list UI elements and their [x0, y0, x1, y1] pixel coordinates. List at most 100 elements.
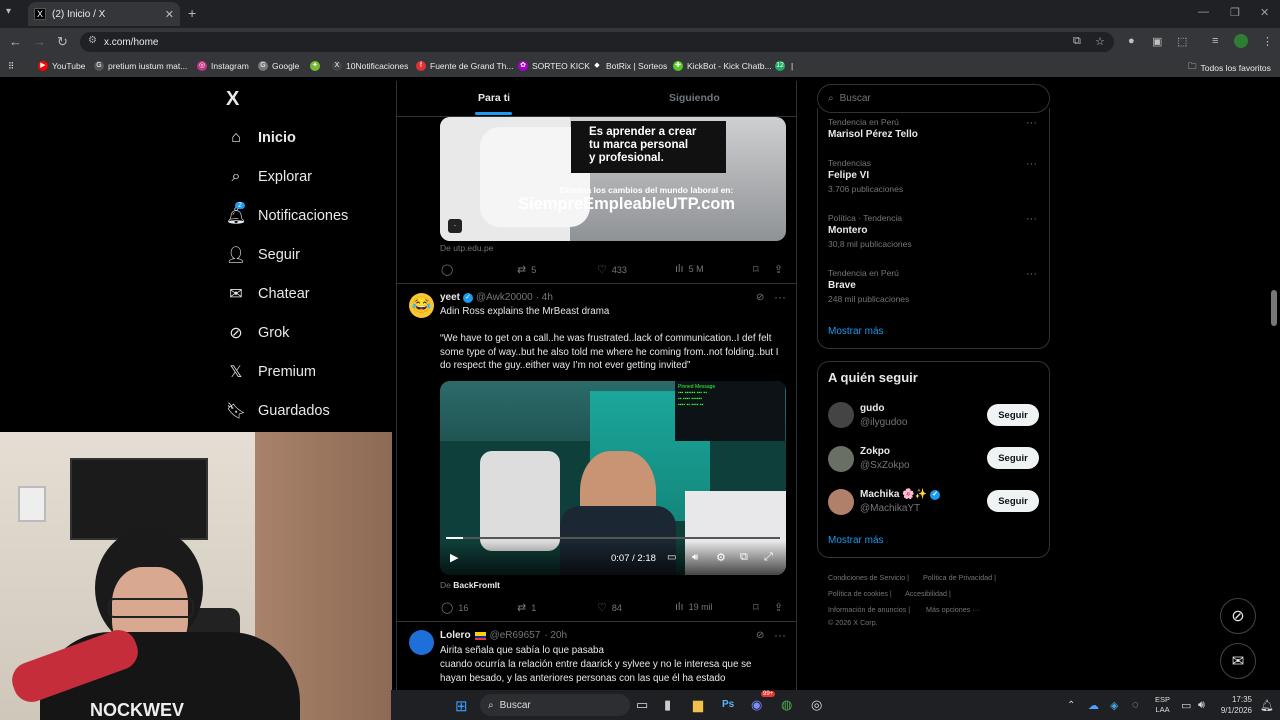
- repost-button[interactable]: ⇄ 5: [517, 263, 536, 276]
- tab-siguiendo[interactable]: Siguiendo: [669, 92, 720, 104]
- follow-name[interactable]: Zokpo: [860, 446, 890, 457]
- follow-name-row[interactable]: Machika 🌸✨ ✓: [860, 489, 941, 500]
- grok-icon[interactable]: ⊘: [756, 292, 764, 303]
- bookmark-button[interactable]: ⌑: [753, 601, 764, 614]
- tweet1-name[interactable]: yeet: [440, 292, 460, 303]
- site-info-icon[interactable]: ⚙: [88, 35, 97, 46]
- grok-float-icon[interactable]: ⊘: [1220, 598, 1256, 634]
- more-icon[interactable]: ···: [774, 290, 786, 304]
- avatar[interactable]: [409, 630, 434, 655]
- profile-avatar[interactable]: [1234, 34, 1248, 48]
- restore-icon[interactable]: ❐: [1230, 6, 1240, 19]
- language-indicator[interactable]: ESP LAA: [1155, 695, 1170, 715]
- show-more-trends[interactable]: Mostrar más: [828, 326, 884, 337]
- tray-icon[interactable]: ◌: [1132, 699, 1139, 711]
- monitor-icon[interactable]: ▭: [1181, 699, 1191, 712]
- footer-privacy[interactable]: Política de Privacidad |: [923, 573, 996, 582]
- share-button[interactable]: ⇪: [774, 263, 788, 276]
- reload-icon[interactable]: ↻: [57, 34, 68, 50]
- nav-home[interactable]: ⌂ Inicio: [226, 128, 296, 148]
- scrollbar-thumb[interactable]: [1271, 290, 1277, 326]
- avatar[interactable]: [828, 489, 854, 515]
- more-icon[interactable]: ···: [1026, 268, 1037, 280]
- settings-icon[interactable]: ⚙: [716, 551, 726, 564]
- extensions-icon[interactable]: ⬚: [1177, 35, 1187, 48]
- pip-icon[interactable]: ⧉: [740, 551, 748, 564]
- nav-follow[interactable]: 👤︎ Seguir: [226, 245, 300, 265]
- nav-bookmarks[interactable]: 🔖︎ Guardados: [226, 401, 330, 421]
- bookmark-10notif[interactable]: ✦: [310, 61, 324, 71]
- nav-premium[interactable]: 𝕏 Premium: [226, 362, 316, 382]
- nav-explore[interactable]: ⌕ Explorar: [226, 167, 312, 187]
- windows-start-icon[interactable]: ⊞: [455, 697, 468, 715]
- share-button[interactable]: ⇪: [774, 601, 788, 614]
- views-button[interactable]: ılı 5 M: [675, 263, 704, 275]
- info-icon[interactable]: .: [448, 219, 462, 233]
- tweet2-name[interactable]: Lolero: [440, 630, 471, 641]
- trend-item[interactable]: Tendencias Felipe VI 3.706 publicaciones: [828, 158, 903, 194]
- ad-image[interactable]: Es aprender a crear tu marca personal y …: [440, 117, 786, 241]
- bookmark-10notificaciones[interactable]: X 10Notificaciones: [332, 61, 408, 71]
- x-logo-icon[interactable]: X: [226, 88, 239, 111]
- clock[interactable]: 17:35 9/1/2026: [1216, 694, 1252, 716]
- tab-close-icon[interactable]: ✕: [165, 8, 174, 21]
- follow-button[interactable]: Seguir: [987, 490, 1039, 512]
- more-icon[interactable]: ···: [774, 628, 786, 642]
- file-explorer-icon[interactable]: ▆: [693, 697, 703, 713]
- task-view-icon[interactable]: ▭: [636, 697, 648, 713]
- show-more-follow[interactable]: Mostrar más: [828, 535, 884, 546]
- nav-grok[interactable]: ⊘ Grok: [226, 323, 289, 343]
- close-window-icon[interactable]: ✕: [1260, 6, 1269, 19]
- tweet1-handle[interactable]: @Awk20000: [476, 292, 533, 303]
- follow-name[interactable]: gudo: [860, 403, 884, 414]
- extension-icon[interactable]: ●: [1128, 35, 1135, 47]
- bookmark-google[interactable]: G Google: [258, 61, 299, 71]
- repost-button[interactable]: ⇄ 1: [517, 601, 536, 614]
- notification-center-icon[interactable]: 🔔︎: [1260, 699, 1274, 712]
- media-icon[interactable]: ≡: [1212, 35, 1218, 47]
- tab-search-icon[interactable]: ▾: [6, 6, 11, 17]
- minimize-icon[interactable]: —: [1198, 6, 1209, 18]
- trend-item[interactable]: Tendencia en Perú Brave 248 mil publicacio…: [828, 268, 909, 304]
- more-icon[interactable]: ···: [1026, 117, 1037, 129]
- tray-icon[interactable]: ◈: [1110, 699, 1118, 712]
- apps-icon[interactable]: ⠿: [8, 61, 14, 72]
- bookmark-botrix[interactable]: ◆ BotRix | Sorteos: [592, 61, 667, 71]
- bookmark-gta-font[interactable]: f Fuente de Grand Th...: [416, 61, 513, 71]
- bookmark-sorteo-kick[interactable]: ✿ SORTEO KICK: [518, 61, 590, 71]
- app-icon[interactable]: ▮: [664, 697, 671, 713]
- new-tab-icon[interactable]: +: [188, 5, 196, 21]
- tweet2-handle[interactable]: @eR69657: [490, 630, 541, 641]
- bookmark-pretium[interactable]: Gpretium iustum mat...: [94, 61, 187, 71]
- more-icon[interactable]: ···: [1026, 213, 1037, 225]
- footer-more[interactable]: Más opciones ···: [926, 605, 980, 614]
- follow-button[interactable]: Seguir: [987, 447, 1039, 469]
- tray-chevron-icon[interactable]: ⌃: [1067, 700, 1075, 711]
- chrome-icon[interactable]: ◍: [781, 697, 792, 713]
- bookmark-button[interactable]: ⌑: [753, 263, 764, 276]
- avatar[interactable]: 😂: [409, 293, 434, 318]
- bookmark-badge[interactable]: 12 |: [775, 61, 793, 71]
- nav-notifications[interactable]: 🔔︎ 2 Notificaciones: [226, 202, 348, 226]
- volume-icon[interactable]: 🔊︎: [692, 552, 698, 563]
- nav-chat[interactable]: ✉ Chatear: [226, 284, 309, 304]
- messages-float-icon[interactable]: ✉: [1220, 643, 1256, 679]
- extension2-icon[interactable]: ▣: [1152, 35, 1162, 48]
- fullscreen-icon[interactable]: ⤢: [764, 551, 773, 564]
- address-bar[interactable]: ⚙ x.com/home: [80, 32, 1114, 52]
- reply-button[interactable]: ◯ 16: [441, 601, 468, 614]
- more-icon[interactable]: ···: [1026, 158, 1037, 170]
- browser-tab[interactable]: X (2) Inicio / X ✕: [28, 2, 180, 26]
- bookmark-youtube[interactable]: ▶ YouTube: [38, 61, 85, 71]
- bookmark-instagram[interactable]: ◎ Instagram: [197, 61, 249, 71]
- discord-icon[interactable]: ◉: [751, 697, 762, 713]
- bookmark-star-icon[interactable]: ☆: [1095, 35, 1105, 48]
- like-button[interactable]: ♡ 433: [597, 263, 627, 276]
- play-icon[interactable]: ▶: [450, 551, 458, 564]
- follow-handle[interactable]: @MachikaYT: [860, 503, 920, 514]
- photoshop-icon[interactable]: Ps: [722, 699, 734, 710]
- avatar[interactable]: [828, 446, 854, 472]
- trend-item[interactable]: Tendencia en Perú Marisol Pérez Tello: [828, 117, 918, 143]
- video-source[interactable]: De BackFromIt: [440, 580, 500, 590]
- captions-icon[interactable]: ▭: [667, 552, 676, 563]
